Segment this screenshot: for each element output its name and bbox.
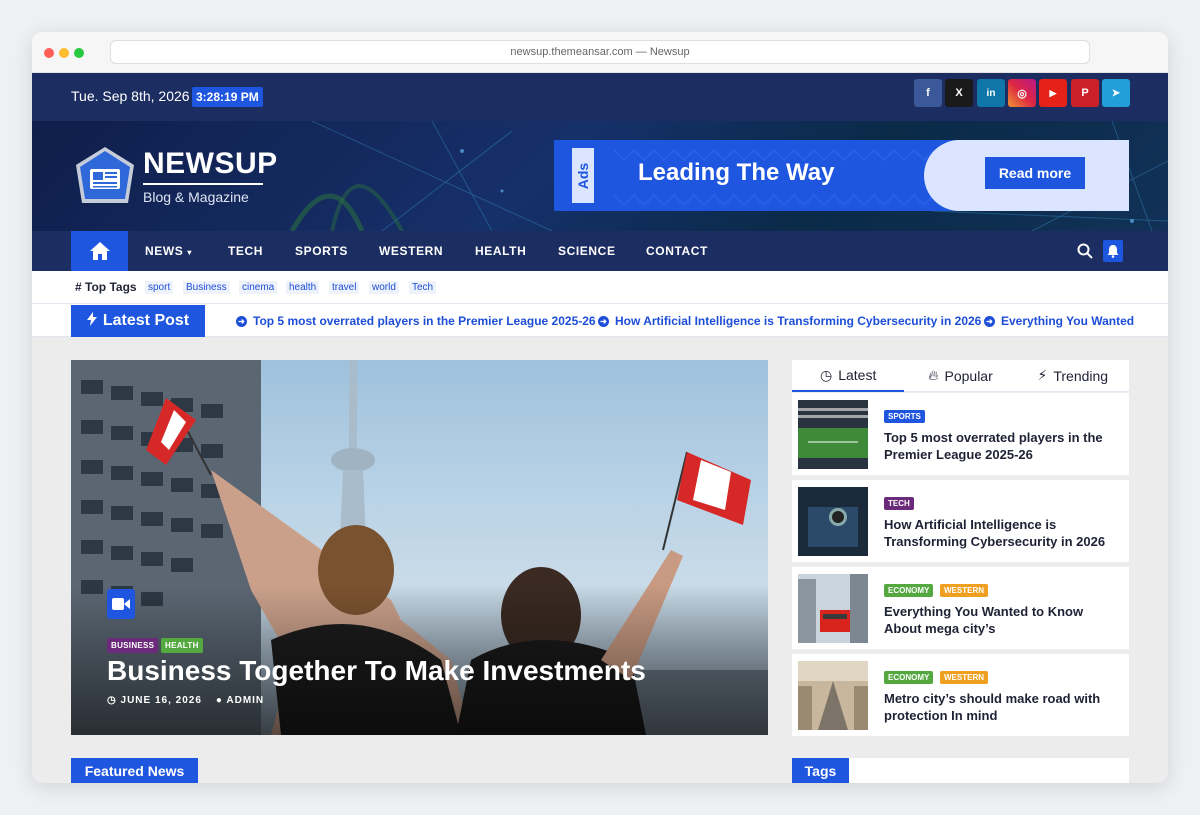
search-icon[interactable] xyxy=(1077,243,1093,264)
home-icon[interactable] xyxy=(71,231,128,271)
featured-news-heading: Featured News xyxy=(71,758,198,783)
nav-item-news[interactable]: NEWS ▾ xyxy=(145,244,192,258)
site-tagline: Blog & Magazine xyxy=(143,189,249,205)
arrow-right-circle-icon: ➜ xyxy=(598,315,609,327)
sidebar-post[interactable]: SPORTS Top 5 most overrated players in t… xyxy=(792,393,1129,475)
linkedin-icon[interactable]: in xyxy=(977,79,1005,107)
lightning-icon: ⚡︎ xyxy=(1037,367,1048,383)
sidebar-post[interactable]: ECONOMY WESTERN Metro city’s should make… xyxy=(792,654,1129,736)
post-thumbnail[interactable] xyxy=(798,661,868,730)
tag-travel[interactable]: travel xyxy=(329,281,360,294)
telegram-icon[interactable]: ➤ xyxy=(1102,79,1130,107)
ad-headline: Leading The Way xyxy=(638,159,835,186)
category-badge-tech[interactable]: TECH xyxy=(884,497,914,510)
ticker-item[interactable]: ➜ Top 5 most overrated players in the Pre… xyxy=(236,314,596,328)
post-title[interactable]: Top 5 most overrated players in the Prem… xyxy=(884,429,1114,463)
category-badge-health[interactable]: HEALTH xyxy=(161,638,203,653)
bell-icon[interactable] xyxy=(1103,240,1123,262)
tab-popular[interactable]: 🔥︎ Popular xyxy=(904,360,1017,392)
nav-item-tech[interactable]: TECH xyxy=(228,244,263,258)
tag-world[interactable]: world xyxy=(369,281,399,294)
sidebar-post[interactable]: TECH How Artificial Intelligence is Tran… xyxy=(792,480,1129,562)
top-bar: Tue. Sep 8th, 2026 3:28:19 PM f X in ◎ ▶… xyxy=(32,73,1168,121)
top-tags-bar: # Top Tags sport Business cinema health … xyxy=(32,271,1168,304)
instagram-icon[interactable]: ◎ xyxy=(1008,79,1036,107)
tags-heading: Tags xyxy=(792,758,849,783)
nav-item-health[interactable]: HEALTH xyxy=(475,244,526,258)
address-bar[interactable]: newsup.themeansar.com — Newsup xyxy=(110,40,1090,64)
sidebar-tabs: ◷ Latest 🔥︎ Popular ⚡︎ Trending xyxy=(792,360,1129,392)
post-thumbnail[interactable] xyxy=(798,400,868,469)
logo-divider xyxy=(143,183,263,185)
site-title[interactable]: NEWSUP xyxy=(143,147,278,181)
pinterest-icon[interactable]: P xyxy=(1071,79,1099,107)
main-nav: NEWS ▾ TECH SPORTS WESTERN HEALTH SCIENC… xyxy=(32,231,1168,271)
site-header: NEWSUP Blog & Magazine Ads Leading The W… xyxy=(32,121,1168,231)
latest-post-label: Latest Post xyxy=(71,305,205,337)
tag-business[interactable]: Business xyxy=(183,281,230,294)
arrow-right-circle-icon: ➜ xyxy=(984,315,995,327)
clock-icon: ◷ xyxy=(819,366,833,383)
ticker-item[interactable]: ➜ Everything You Wanted xyxy=(984,314,1134,328)
youtube-icon[interactable]: ▶ xyxy=(1039,79,1067,107)
tab-trending[interactable]: ⚡︎ Trending xyxy=(1016,360,1129,392)
post-title[interactable]: Everything You Wanted to Know About mega… xyxy=(884,603,1114,637)
maximize-window-button[interactable] xyxy=(74,48,84,58)
category-badge-western[interactable]: WESTERN xyxy=(940,671,988,684)
nav-item-science[interactable]: SCIENCE xyxy=(558,244,616,258)
tag-sport[interactable]: sport xyxy=(145,281,174,294)
clock-icon: ◷ xyxy=(107,695,117,706)
tag-health[interactable]: health xyxy=(286,281,320,294)
x-icon[interactable]: X xyxy=(945,79,973,107)
chevron-down-icon: ▾ xyxy=(187,248,192,257)
nav-item-western[interactable]: WESTERN xyxy=(379,244,443,258)
top-tags-label: # Top Tags xyxy=(75,280,137,294)
browser-titlebar: newsup.themeansar.com — Newsup xyxy=(32,32,1168,73)
hero-post[interactable]: BUSINESS HEALTH Business Together To Mak… xyxy=(71,360,768,735)
category-badge-economy[interactable]: ECONOMY xyxy=(884,671,934,684)
hash-icon: # xyxy=(75,280,82,294)
tab-latest[interactable]: ◷ Latest xyxy=(792,360,905,392)
post-title[interactable]: How Artificial Intelligence is Transform… xyxy=(884,516,1114,550)
ad-banner[interactable]: Ads Leading The Way Read more xyxy=(554,140,1129,211)
tag-tech[interactable]: Tech xyxy=(409,281,437,294)
hero-meta: ◷ JUNE 16, 2026 ● ADMIN xyxy=(107,695,264,706)
site-logo-icon[interactable] xyxy=(72,145,138,211)
post-thumbnail[interactable] xyxy=(798,574,868,643)
category-badge-sports[interactable]: SPORTS xyxy=(884,410,925,423)
user-icon: ● xyxy=(215,695,223,706)
ticker-item[interactable]: ➜ How Artificial Intelligence is Transfor… xyxy=(598,314,981,328)
hero-author[interactable]: ● ADMIN xyxy=(216,695,264,706)
hero-title[interactable]: Business Together To Make Investments xyxy=(107,655,646,687)
video-icon[interactable] xyxy=(107,589,135,619)
fire-icon: 🔥︎ xyxy=(928,367,939,383)
tags-section-bar xyxy=(849,758,1129,783)
current-time: 3:28:19 PM xyxy=(192,87,263,107)
post-thumbnail[interactable] xyxy=(798,487,868,556)
category-badge-economy[interactable]: ECONOMY xyxy=(884,584,934,597)
facebook-icon[interactable]: f xyxy=(914,79,942,107)
category-badge-business[interactable]: BUSINESS xyxy=(107,638,159,653)
browser-window: newsup.themeansar.com — Newsup Tue. Sep … xyxy=(32,32,1168,783)
sidebar-post[interactable]: ECONOMY WESTERN Everything You Wanted to… xyxy=(792,567,1129,649)
arrow-right-circle-icon: ➜ xyxy=(236,315,247,327)
category-badge-western[interactable]: WESTERN xyxy=(940,584,988,597)
latest-post-ticker: Latest Post ➜ Top 5 most overrated player… xyxy=(32,304,1168,337)
ad-label: Ads xyxy=(572,148,594,203)
hero-date[interactable]: ◷ JUNE 16, 2026 xyxy=(107,695,202,706)
post-title[interactable]: Metro city’s should make road with prote… xyxy=(884,690,1114,724)
ad-read-more-button[interactable]: Read more xyxy=(985,157,1085,189)
close-window-button[interactable] xyxy=(44,48,54,58)
lightning-icon xyxy=(86,311,97,331)
minimize-window-button[interactable] xyxy=(59,48,69,58)
nav-item-contact[interactable]: CONTACT xyxy=(646,244,708,258)
current-date: Tue. Sep 8th, 2026 xyxy=(71,88,190,104)
nav-item-sports[interactable]: SPORTS xyxy=(295,244,348,258)
tag-cinema[interactable]: cinema xyxy=(239,281,278,294)
